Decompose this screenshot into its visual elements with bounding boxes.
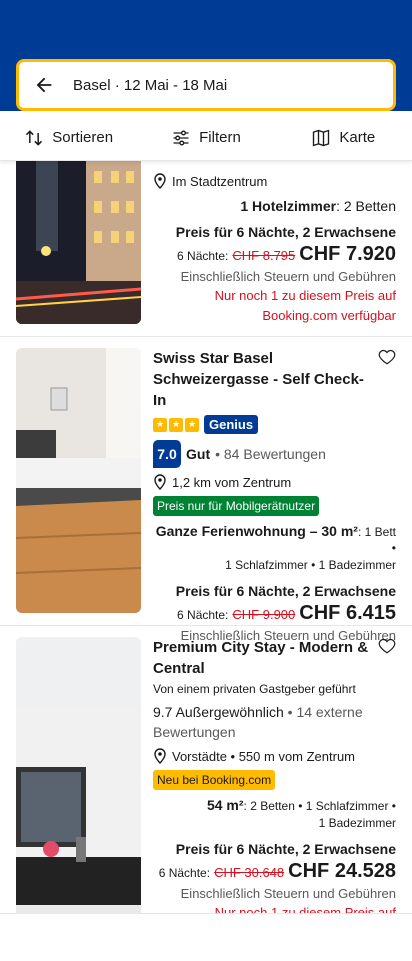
results-list[interactable]: Im Stadtzentrum 1 Hotelzimmer: 2 Betten … <box>0 161 412 913</box>
listing-card-1[interactable]: Im Stadtzentrum 1 Hotelzimmer: 2 Betten … <box>0 161 412 341</box>
review-score: 9.7 <box>153 704 173 720</box>
map-label: Karte <box>339 129 376 146</box>
price-row: 6 Nächte: CHF 9.900 CHF 6.415 <box>153 602 396 625</box>
map-icon <box>313 129 330 146</box>
review-label: Außergewöhnlich <box>175 704 284 720</box>
star-icon: ★ <box>185 417 199 432</box>
taxes-note: Einschließlich Steuern und Gebühren <box>180 269 396 284</box>
current-price: CHF 7.920 <box>299 243 396 265</box>
filter-button[interactable]: Filtern <box>137 115 274 160</box>
star-rating: ★ ★ ★ <box>153 417 199 432</box>
location-text: Im Stadtzentrum <box>172 173 268 189</box>
distance-row: 1,2 km vom Zentrum <box>153 474 396 490</box>
sort-icon <box>26 129 43 146</box>
review-count: • 14 externe <box>287 704 363 720</box>
current-price: CHF 6.415 <box>299 602 396 624</box>
availability-warning: Nur noch 1 zu diesem Preis auf <box>214 905 396 913</box>
review-count-cont: Bewertungen <box>153 724 236 740</box>
location-pin-icon <box>154 173 166 189</box>
map-button[interactable]: Karte <box>275 115 412 160</box>
price-header: Preis für 6 Nächte, 2 Erwachsene <box>175 224 396 240</box>
original-price: CHF 8.795 <box>232 248 296 263</box>
genius-badge: Genius <box>204 415 259 434</box>
card-divider <box>0 625 412 626</box>
rating-badges-row: ★ ★ ★ Genius <box>153 415 396 434</box>
review-score: 7.0 <box>153 440 181 468</box>
bottom-nav-area <box>0 913 412 961</box>
new-on-booking-badge: Neu bei Booking.com <box>153 770 276 790</box>
nights-label: 6 Nächte: <box>177 608 229 622</box>
listing-photo-3[interactable] <box>16 637 141 913</box>
price-row: 6 Nächte: CHF 30.648 CHF 24.528 <box>153 860 396 883</box>
results-toolbar: Sortieren Filtern Karte <box>0 115 412 161</box>
heart-icon[interactable] <box>378 637 396 655</box>
listing-card-2[interactable]: Swiss Star Basel Schweizergasse - Self C… <box>0 348 412 643</box>
star-icon: ★ <box>169 417 183 432</box>
filter-label: Filtern <box>199 129 241 146</box>
location-row: Vorstädte • 550 m vom Zentrum <box>153 748 396 764</box>
nights-label: 6 Nächte: <box>177 249 229 263</box>
review-row: 9.7 Außergewöhnlich • 14 externe Bewertu… <box>153 702 396 742</box>
review-label: Gut <box>186 446 211 462</box>
listing-title[interactable]: Swiss Star Basel Schweizergasse - Self C… <box>153 348 396 411</box>
card-divider <box>0 336 412 337</box>
original-price: CHF 30.648 <box>214 865 285 880</box>
price-header: Preis für 6 Nächte, 2 Erwachsene <box>175 841 396 857</box>
sort-button[interactable]: Sortieren <box>0 115 137 160</box>
star-icon: ★ <box>153 417 167 432</box>
price-header: Preis für 6 Nächte, 2 Erwachsene <box>175 583 396 599</box>
nights-label: 6 Nächte: <box>158 866 211 880</box>
mobile-price-badge: Preis nur für Mobilgerätnutzer <box>153 496 320 516</box>
distance-text: 1,2 km vom Zentrum <box>172 474 292 490</box>
room-info: 1 Hotelzimmer: 2 Betten <box>240 198 396 214</box>
host-note: Von einem privaten Gastgeber geführt <box>153 682 356 696</box>
listing-card-3[interactable]: Premium City Stay - Modern & Central Von… <box>0 637 412 913</box>
current-price: CHF 24.528 <box>288 860 396 882</box>
listing-photo-1[interactable] <box>16 161 141 324</box>
search-summary: Basel · 12 Mai - 18 Mai <box>73 76 228 94</box>
filter-icon <box>173 129 189 146</box>
location-pin-icon <box>154 748 166 764</box>
unit-info: Ganze Ferienwohnung – 30 m²: 1 Bett • <box>155 523 396 555</box>
review-count: • 84 Bewertungen <box>215 446 326 462</box>
listing-title[interactable]: Premium City Stay - Modern & Central <box>153 637 396 679</box>
price-row: 6 Nächte: CHF 8.795 CHF 7.920 <box>153 243 396 266</box>
sort-label: Sortieren <box>52 129 114 146</box>
location-pin-icon <box>154 474 166 490</box>
search-bar[interactable]: Basel · 12 Mai - 18 Mai <box>16 59 396 111</box>
taxes-note: Einschließlich Steuern und Gebühren <box>180 886 396 901</box>
unit-info: 54 m²: 2 Betten • 1 Schlafzimmer • <box>206 797 396 813</box>
unit-details: 1 Badezimmer <box>318 816 396 830</box>
original-price: CHF 9.900 <box>232 607 296 622</box>
heart-icon[interactable] <box>378 348 396 366</box>
unit-details: 1 Schlafzimmer • 1 Badezimmer <box>225 558 396 572</box>
location-row: Im Stadtzentrum <box>153 173 396 189</box>
location-text: Vorstädte • 550 m vom Zentrum <box>172 748 356 764</box>
review-row: 7.0 Gut • 84 Bewertungen <box>153 440 396 468</box>
availability-warning: Nur noch 1 zu diesem Preis auf Booking.c… <box>214 288 396 323</box>
listing-photo-2[interactable] <box>16 348 141 613</box>
back-arrow-icon[interactable] <box>33 74 55 96</box>
